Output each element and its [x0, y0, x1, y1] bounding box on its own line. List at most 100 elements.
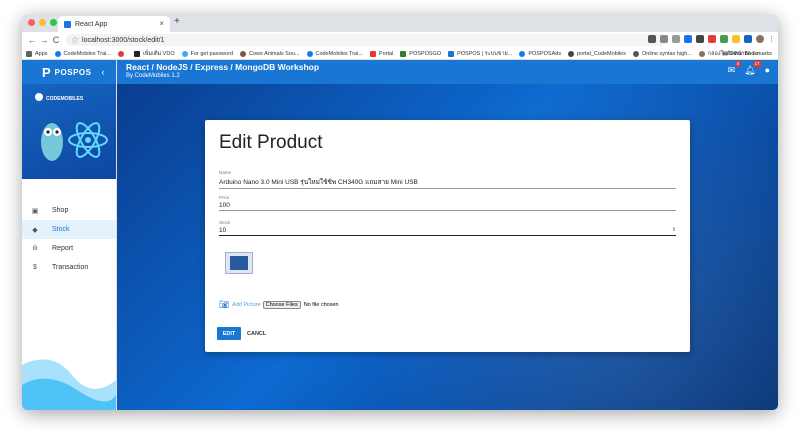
translate-icon[interactable]	[660, 35, 668, 43]
profile-avatar[interactable]	[756, 35, 764, 43]
upload-row: 📷︎ Add Picture Choose Files No file chos…	[219, 300, 339, 309]
form-heading: Edit Product	[219, 132, 323, 153]
stock-label: Stock	[219, 220, 231, 225]
edit-button[interactable]: EDIT	[217, 327, 241, 340]
header-actions: ✉ 4 🔔︎ 17 ●	[727, 61, 770, 76]
choose-files-button[interactable]: Choose Files	[262, 300, 301, 309]
extensions-bar: ⋮	[648, 35, 775, 43]
sidebar-wave-decoration	[22, 359, 116, 410]
sidebar-item-shop[interactable]: ▣ Shop	[22, 201, 116, 220]
extension-blue-icon[interactable]	[744, 35, 752, 43]
bookmark-item[interactable]: CodeMobiles Trai...	[54, 50, 111, 57]
pospos-logo-icon: P	[42, 64, 51, 80]
sidebar-item-label: Transaction	[52, 264, 89, 271]
sidebar-hero: CODEMOBILES	[22, 84, 116, 179]
dollar-icon: $	[33, 264, 37, 271]
page-title: React / NodeJS / Express / MongoDB Works…	[126, 62, 320, 72]
cancel-button[interactable]: CANCL	[247, 327, 266, 340]
no-file-text: No file chosen	[303, 301, 339, 308]
bookmark-item[interactable]: Portal	[369, 50, 393, 57]
browser-tab[interactable]: React App ×	[58, 16, 170, 32]
sidebar-item-label: Report	[52, 245, 74, 252]
minimize-window-button[interactable]	[39, 19, 46, 26]
name-label: Name	[219, 170, 232, 175]
sidebar-brand: P POSPOS ‹	[22, 60, 116, 84]
other-bookmarks[interactable]: ▤ Other Bookmarks	[722, 51, 772, 57]
new-tab-button[interactable]: +	[174, 16, 180, 27]
mail-badge: 4	[734, 61, 742, 67]
notifications-button[interactable]: 🔔︎ 17	[744, 61, 762, 76]
back-icon[interactable]: ←	[26, 35, 38, 45]
bookmark-item[interactable]: Cows Animals Sou...	[240, 50, 300, 57]
camera-icon: 📷︎	[219, 300, 230, 309]
tab-title: React App	[75, 20, 108, 28]
stock-value: 10	[219, 227, 227, 234]
main-content: Edit Product Name Arduino Nano 3.0 Mini …	[117, 84, 778, 410]
stock-icon: ◆	[32, 226, 38, 234]
gopher-icon	[41, 123, 63, 161]
close-window-button[interactable]	[28, 19, 35, 26]
stock-field[interactable]: Stock 10 ⇕	[219, 220, 676, 236]
bookmark-item[interactable]: POSPOS | ระบบขาย...	[448, 50, 512, 58]
bookmark-item[interactable]: Online syntax high...	[633, 50, 692, 57]
edit-product-card: Edit Product Name Arduino Nano 3.0 Mini …	[205, 120, 690, 352]
name-value: Arduino Nano 3.0 Mini USB รุ่นใหม่ใช้ชิพ…	[219, 179, 418, 186]
notification-badge: 17	[752, 61, 762, 67]
hero-illustration	[35, 93, 108, 161]
star-icon[interactable]	[672, 35, 680, 43]
extension-green-icon[interactable]	[720, 35, 728, 43]
bookmark-item[interactable]: POSPOSGO	[400, 50, 441, 57]
price-value: 100	[219, 202, 230, 209]
price-field[interactable]: Price 100	[219, 195, 676, 211]
sidebar-item-stock[interactable]: ◆ Stock	[22, 220, 116, 239]
bookmark-item[interactable]: Apps	[26, 50, 48, 57]
sidebar-item-transaction[interactable]: $ Transaction	[22, 258, 116, 277]
reload-icon[interactable]: C	[50, 35, 62, 45]
app-header: React / NodeJS / Express / MongoDB Works…	[117, 60, 778, 84]
bookmark-item[interactable]: portal_CodeMobiles	[568, 50, 626, 57]
stepper-icon[interactable]: ⇕	[672, 227, 676, 233]
sidebar: P POSPOS ‹ CODEMOBILES ▣ Shop ◆ Stock ıl…	[22, 60, 117, 410]
price-label: Price	[219, 195, 230, 200]
name-field[interactable]: Name Arduino Nano 3.0 Mini USB รุ่นใหม่ใ…	[219, 170, 676, 189]
tab-strip: React App × +	[22, 14, 778, 32]
sidebar-item-label: Shop	[52, 207, 69, 214]
window-controls	[28, 19, 57, 26]
browser-window: React App × + ← → C ⓘ localhost:3000/sto…	[22, 14, 778, 410]
account-circle-icon: ●	[764, 65, 770, 75]
product-image-preview	[225, 252, 253, 274]
app-root: P POSPOS ‹ CODEMOBILES ▣ Shop ◆ Stock ıl…	[22, 60, 778, 410]
extension-yellow-icon[interactable]	[732, 35, 740, 43]
bookmark-item[interactable]	[117, 50, 127, 57]
report-icon: ılı	[32, 245, 38, 252]
key-icon[interactable]	[648, 35, 656, 43]
bookmark-item[interactable]: CodeMobiles Trai...	[306, 50, 363, 57]
close-tab-icon[interactable]: ×	[159, 19, 164, 28]
maximize-window-button[interactable]	[50, 19, 57, 26]
arduino-board-image	[230, 256, 248, 270]
mail-icon: ✉	[727, 65, 736, 75]
collapse-sidebar-icon[interactable]: ‹	[101, 67, 104, 77]
chrome-menu-icon[interactable]: ⋮	[768, 35, 775, 43]
sidebar-menu: ▣ Shop ◆ Stock ılı Report $ Transaction	[22, 201, 116, 277]
url-text: localhost:3000/stock/edit/1	[82, 36, 165, 44]
forward-icon[interactable]: →	[38, 35, 50, 45]
address-bar-row: ← → C ⓘ localhost:3000/stock/edit/1 ⋮	[22, 32, 778, 48]
save-icon[interactable]	[684, 35, 692, 43]
extension-red-icon[interactable]	[708, 35, 716, 43]
add-picture-label: Add Picture	[232, 301, 261, 308]
bookmark-item[interactable]: POSPOSAds	[519, 50, 561, 57]
brand-name: POSPOS	[54, 67, 92, 77]
url-input[interactable]: ⓘ localhost:3000/stock/edit/1	[66, 34, 666, 46]
bookmark-item[interactable]: For get password	[181, 50, 233, 57]
sidebar-item-report[interactable]: ılı Report	[22, 239, 116, 258]
codemobiles-logo-icon	[35, 93, 43, 101]
extension-icon[interactable]	[696, 35, 704, 43]
page-subtitle: By CodeMobiles 1.2	[126, 73, 180, 79]
shop-icon: ▣	[31, 207, 39, 215]
mail-button[interactable]: ✉ 4	[727, 61, 742, 76]
account-button[interactable]: ●	[765, 65, 770, 76]
bookmark-item[interactable]: เพิ่มเติม VDO	[133, 50, 175, 58]
react-favicon-icon	[64, 20, 71, 28]
bookmarks-bar: Apps CodeMobiles Trai... เพิ่มเติม VDO F…	[22, 48, 778, 60]
